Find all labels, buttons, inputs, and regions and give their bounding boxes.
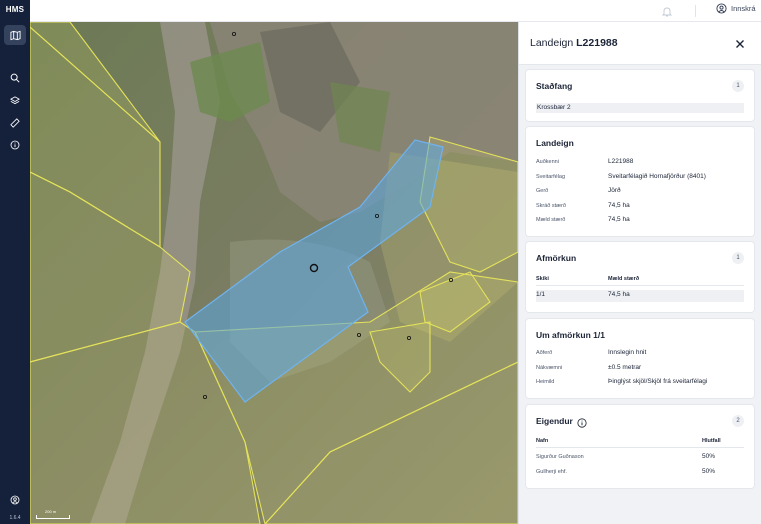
close-icon[interactable] — [735, 36, 745, 54]
info-nav-button[interactable] — [4, 135, 26, 155]
property-panel: Landeign L221988 Staðfang 1 Krossbær 2 L… — [518, 22, 761, 524]
field-label: Nákvæmni — [536, 365, 563, 371]
panel-title-id: L221988 — [576, 37, 618, 49]
field-value: L221988 — [608, 158, 634, 165]
field-row: Heimild Þinglýst skjöl/Skjöl frá sveitar… — [536, 377, 744, 389]
boundary-details-card: Um afmörkun 1/1 Aðferð Innslegin hnit Ná… — [526, 319, 754, 398]
field-row: Skráð stærð 74,5 ha — [536, 201, 744, 213]
map-view[interactable]: 200 m — [30, 22, 518, 524]
field-value: Jörð — [608, 187, 621, 194]
field-label: Auðkenni — [536, 159, 559, 165]
table-row[interactable]: 1/1 74,5 ha — [536, 290, 744, 302]
ruler-icon — [10, 118, 20, 128]
field-label: Heimild — [536, 379, 555, 385]
layers-icon — [10, 96, 20, 105]
owner-name: Sigurður Guðnason — [536, 454, 584, 460]
account-nav-button[interactable] — [4, 490, 26, 510]
field-label: Gerð — [536, 188, 549, 194]
layers-nav-button[interactable] — [4, 91, 26, 111]
address-value: Krossbær 2 — [537, 104, 571, 111]
owners-table-header: Nafn Hlutfall — [536, 436, 744, 448]
panel-title: Landeign L221988 — [530, 37, 618, 49]
owners-count-badge: 2 — [732, 415, 744, 427]
scale-label: 200 m — [45, 509, 57, 514]
field-value: 74,5 ha — [608, 202, 630, 209]
field-label: Skráð stærð — [536, 203, 566, 209]
top-bar: Innskrá — [30, 0, 761, 22]
boundary-card: Afmörkun 1 Skiki Mæld stærð 1/1 74,5 ha — [526, 242, 754, 312]
property-heading: Landeign — [536, 138, 574, 148]
owners-card: Eigendur 2 Nafn Hlutfall Sigurður Guðnas… — [526, 405, 754, 488]
login-label: Innskrá — [731, 4, 756, 13]
address-heading: Staðfang — [536, 81, 573, 91]
address-card: Staðfang 1 Krossbær 2 — [526, 70, 754, 121]
field-value: ±0.5 metrar — [608, 364, 642, 371]
owner-share: 50% — [702, 453, 716, 460]
field-label: Mæld stærð — [536, 217, 566, 223]
field-label: Sveitarfélag — [536, 174, 566, 180]
boundary-count-badge: 1 — [732, 252, 744, 264]
field-label: Aðferð — [536, 350, 553, 356]
col-skiki: Skiki — [536, 276, 549, 282]
boundary-details-heading: Um afmörkun 1/1 — [536, 330, 605, 340]
col-hlutfall: Hlutfall — [702, 438, 721, 444]
field-row: Aðferð Innslegin hnit — [536, 348, 744, 360]
owner-share: 50% — [702, 468, 716, 475]
field-value: Innslegin hnit — [608, 349, 647, 356]
property-card: Landeign Auðkenni L221988 Sveitarfélag S… — [526, 127, 754, 236]
map-nav-button[interactable] — [4, 25, 26, 45]
app-version: 1.6.4 — [9, 515, 21, 521]
map-icon — [9, 30, 21, 40]
satellite-map — [30, 22, 518, 524]
field-value: Sveitarfélagið Hornafjörður (8401) — [608, 173, 706, 180]
table-row[interactable]: Gullherji ehf. 50% — [536, 467, 744, 479]
panel-header: Landeign L221988 — [519, 22, 761, 65]
boundary-heading: Afmörkun — [536, 253, 577, 263]
search-icon — [10, 73, 20, 83]
field-row: Auðkenni L221988 — [536, 157, 744, 169]
nav-rail: HMS 1.6.4 — [0, 0, 30, 524]
map-scale-bar: 200 m — [36, 509, 70, 519]
field-row: Nákvæmni ±0.5 metrar — [536, 363, 744, 375]
login-button[interactable]: Innskrá — [716, 3, 756, 14]
boundary-table-header: Skiki Mæld stærð — [536, 274, 744, 286]
field-value: 74,5 ha — [608, 216, 630, 223]
table-row[interactable]: Sigurður Guðnason 50% — [536, 452, 744, 464]
maeld-value: 74,5 ha — [608, 291, 630, 298]
hms-logo[interactable]: HMS — [0, 5, 30, 14]
user-circle-icon — [716, 3, 727, 14]
owners-heading: Eigendur — [536, 416, 573, 426]
topbar-divider — [695, 5, 696, 17]
skiki-value: 1/1 — [536, 291, 546, 298]
field-row: Sveitarfélag Sveitarfélagið Hornafjörður… — [536, 172, 744, 184]
info-icon[interactable] — [577, 415, 587, 433]
info-icon — [10, 140, 20, 150]
address-row[interactable]: Krossbær 2 — [536, 103, 744, 113]
address-count-badge: 1 — [732, 80, 744, 92]
field-row: Mæld stærð 74,5 ha — [536, 215, 744, 227]
field-value: Þinglýst skjöl/Skjöl frá sveitarfélagi — [608, 378, 708, 385]
user-icon — [10, 495, 20, 505]
panel-title-prefix: Landeign — [530, 37, 574, 49]
owner-name: Gullherji ehf. — [536, 469, 567, 475]
col-maeld-staerd: Mæld stærð — [608, 276, 640, 282]
search-nav-button[interactable] — [4, 68, 26, 88]
col-nafn: Nafn — [536, 438, 549, 444]
measure-nav-button[interactable] — [4, 113, 26, 133]
bell-icon[interactable] — [661, 4, 673, 22]
field-row: Gerð Jörð — [536, 186, 744, 198]
